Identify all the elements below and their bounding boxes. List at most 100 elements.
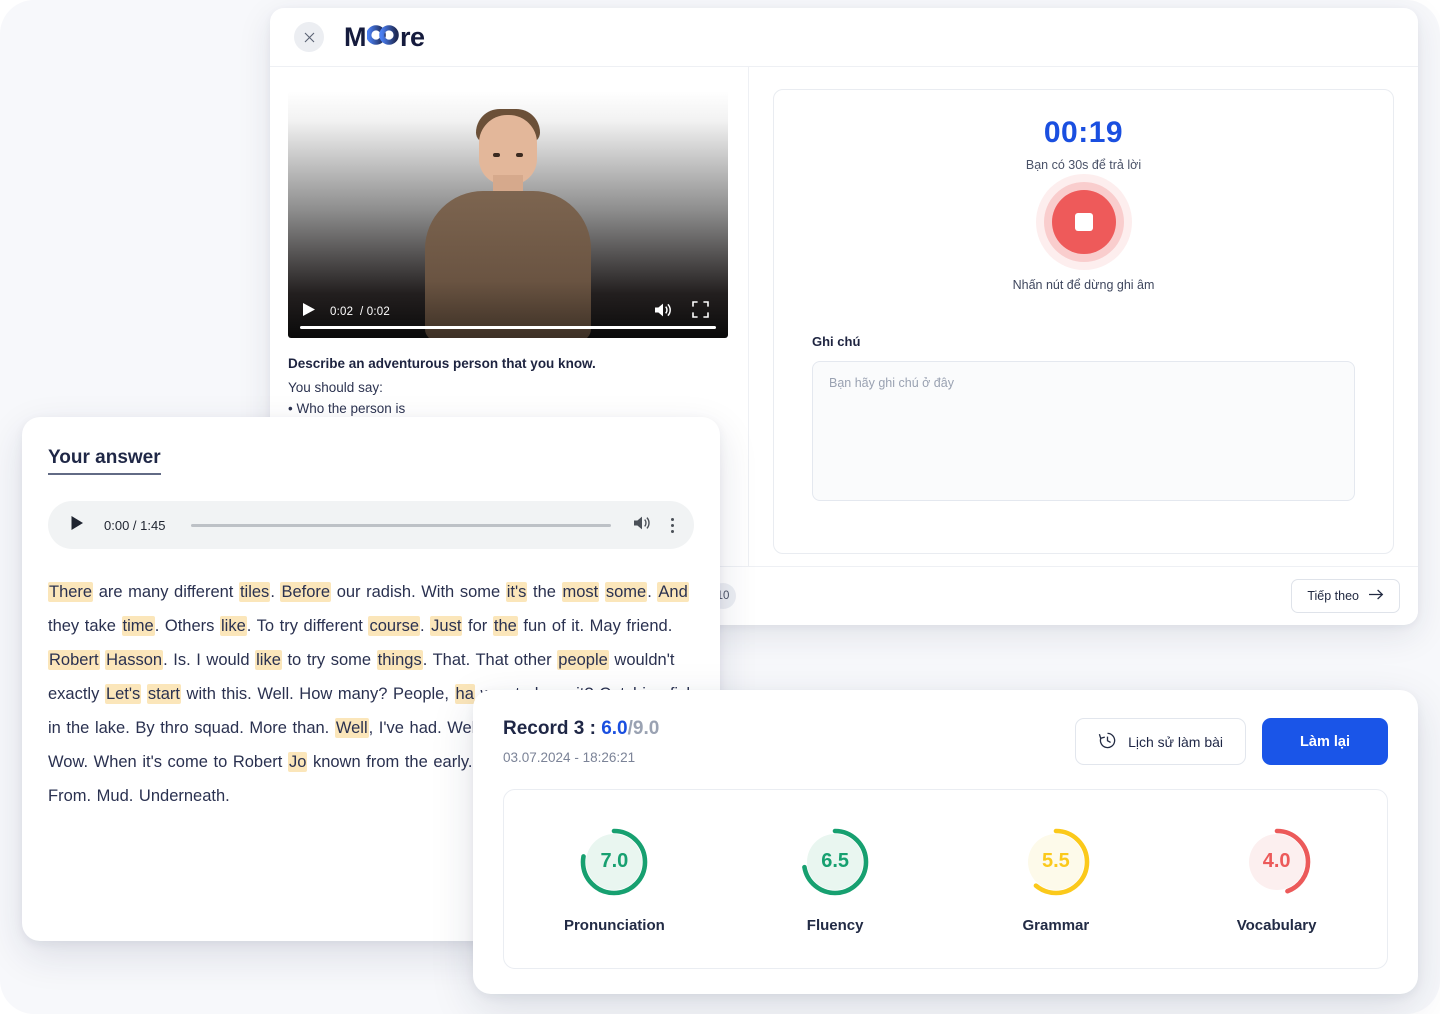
transcript-span: are many different [93,583,239,601]
transcript-highlight: Just [430,616,462,636]
record-button-wrap [812,190,1355,254]
screenshot-root: Mre [0,0,1440,1014]
infinity-icon [367,22,399,53]
transcript-span: . [647,583,657,601]
score-card: Record 3 : 6.0/9.0 03.07.2024 - 18:26:21… [473,690,1418,994]
transcript-highlight: start [147,684,181,704]
score-gauges: 7.0 Pronunciation 6.5 Fluency 5.5 Grammar 4.0 V… [503,789,1388,969]
record-score-max: /9.0 [628,718,660,739]
gauge-value: 5.5 [1019,825,1093,899]
video-player[interactable]: 0:02 / 0:02 [288,91,728,338]
volume-icon[interactable] [654,302,676,323]
transcript-span: with this. Well. How many? People, [181,685,455,703]
answer-audio-player[interactable]: 0:00 / 1:45 [48,501,694,549]
gauge-label: Vocabulary [1237,917,1317,934]
gauge-ring: 7.0 [577,825,651,899]
app-header: Mre [270,8,1418,67]
gauge-ring: 6.5 [798,825,872,899]
your-answer-title: Your answer [48,447,161,475]
transcript-span: . Others [155,617,220,635]
transcript-highlight: like [255,650,282,670]
video-time: 0:02 / 0:02 [330,306,390,318]
transcript-highlight: Let's [105,684,141,704]
arrow-right-icon [1368,589,1384,603]
gauge-label: Pronunciation [564,917,665,934]
transcript-highlight: Robert [48,650,100,670]
person-eye-left [493,153,500,157]
question-title: Describe an adventurous person that you … [288,354,728,374]
brand-suffix: re [400,22,425,53]
transcript-highlight: time [122,616,155,636]
transcript-highlight: Hasson [105,650,163,670]
volume-icon[interactable] [633,515,653,536]
note-label: Ghi chú [812,334,1355,349]
transcript-highlight: Before [280,582,331,602]
transcript-span: fun of it. May friend. [518,617,672,635]
transcript-highlight: it's [506,582,528,602]
transcript-highlight: the [493,616,518,636]
note-input[interactable] [812,361,1355,501]
transcript-highlight: things [377,650,423,670]
transcript-highlight: Jo [288,752,307,772]
brand-logo: Mre [344,22,425,53]
timer-hint: Bạn có 30s để trả lời [812,158,1355,172]
transcript-highlight: And [657,582,688,602]
transcript-highlight: most [562,582,600,602]
question-bullet: • Who the person is [288,398,728,419]
question-subtitle: You should say: [288,377,728,398]
score-gauge-fluency: 6.5 Fluency [725,825,946,934]
transcript-highlight: Well [335,718,369,738]
audio-time: 0:00 / 1:45 [104,518,165,533]
score-gauge-vocabulary: 4.0 Vocabulary [1166,825,1387,934]
transcript-span: for [462,617,492,635]
transcript-highlight: people [557,650,609,670]
stop-recording-button[interactable] [1052,190,1116,254]
play-icon[interactable] [302,302,320,322]
transcript-highlight: tiles [239,582,270,602]
score-header: Record 3 : 6.0/9.0 03.07.2024 - 18:26:21… [503,718,1388,765]
more-options-icon[interactable] [671,518,674,533]
transcript-span: the [527,583,561,601]
close-glyph [304,32,315,43]
transcript-span: . [420,617,430,635]
history-button[interactable]: Lịch sử làm bài [1075,718,1246,765]
transcript-span: to try some [282,651,377,669]
transcript-span: our radish. With some [331,583,506,601]
transcript-span: . [270,583,280,601]
countdown-timer: 00:19 [812,116,1355,150]
audio-progress-bar[interactable] [191,524,611,527]
person-eye-right [516,153,523,157]
gauge-ring: 5.5 [1019,825,1093,899]
record-title: Record 3 : 6.0/9.0 [503,718,659,740]
video-progress-bar[interactable] [300,326,716,329]
retry-button[interactable]: Làm lại [1262,718,1388,765]
transcript-span: squad. More than. [189,719,335,737]
history-icon [1098,731,1117,753]
brand-letter: M [344,22,366,53]
score-summary: Record 3 : 6.0/9.0 03.07.2024 - 18:26:21 [503,718,659,765]
play-icon[interactable] [70,515,86,536]
fullscreen-icon[interactable] [692,301,714,323]
transcript-highlight: course [368,616,420,636]
gauge-label: Grammar [1023,917,1090,934]
gauge-value: 4.0 [1240,825,1314,899]
next-button[interactable]: Tiếp theo [1291,579,1400,613]
gauge-value: 7.0 [577,825,651,899]
record-hint: Nhấn nút để dừng ghi âm [812,278,1355,292]
recorder-pane: 00:19 Bạn có 30s để trả lời Nhấn nút để … [748,67,1418,566]
gauge-ring: 4.0 [1240,825,1314,899]
transcript-span: . To try different [247,617,369,635]
score-actions: Lịch sử làm bài Làm lại [1075,718,1388,765]
record-score-value: 6.0 [601,718,627,739]
transcript-highlight: like [220,616,247,636]
stop-icon [1075,213,1093,231]
transcript-span: . That. That other [423,651,558,669]
record-card: 00:19 Bạn có 30s để trả lời Nhấn nút để … [773,89,1394,554]
transcript-span: they take [48,617,122,635]
gauge-value: 6.5 [798,825,872,899]
close-icon[interactable] [294,22,324,52]
record-date: 03.07.2024 - 18:26:21 [503,750,659,765]
transcript-highlight: some [605,582,647,602]
next-button-label: Tiếp theo [1307,589,1359,603]
gauge-label: Fluency [807,917,864,934]
